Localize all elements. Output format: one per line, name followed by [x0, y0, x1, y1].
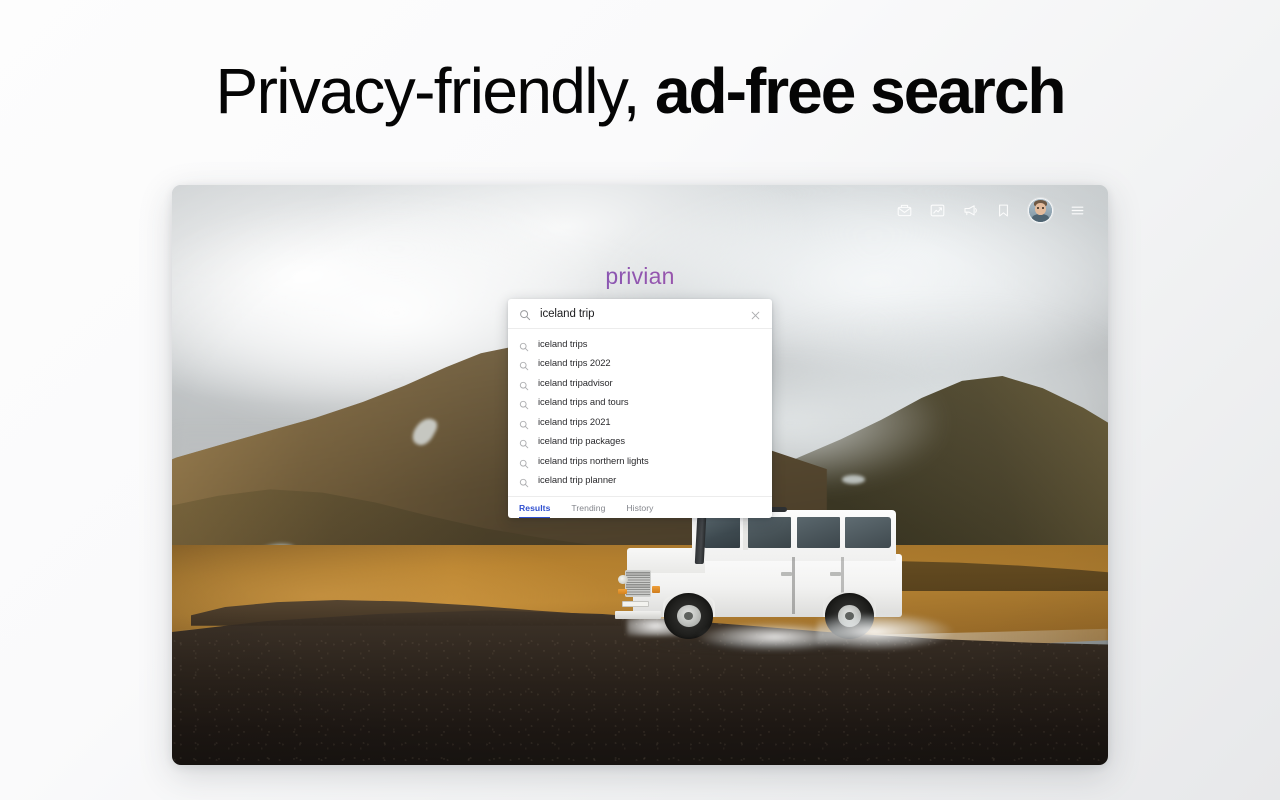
- list-item[interactable]: iceland tripadvisor: [508, 373, 772, 393]
- vehicle-door-handle: [780, 571, 792, 576]
- search-panel: iceland trip iceland trips iceland trips…: [508, 299, 772, 518]
- vehicle-window: [748, 516, 791, 549]
- vehicle-license-plate: [622, 600, 649, 608]
- megaphone-icon[interactable]: [962, 202, 979, 219]
- suggestion-label: iceland trip packages: [538, 435, 626, 447]
- vehicle-grille: [625, 569, 652, 597]
- search-input-row[interactable]: iceland trip: [508, 299, 772, 329]
- list-item[interactable]: iceland trips 2021: [508, 412, 772, 432]
- page-root: Privacy-friendly, ad-free search privian…: [0, 0, 1280, 800]
- suggestion-label: iceland trips 2021: [538, 415, 611, 427]
- tab-trending[interactable]: Trending: [571, 497, 605, 519]
- browser-toolbar: [896, 193, 1086, 227]
- magnifier-icon: [519, 397, 529, 410]
- magnifier-icon: [519, 475, 529, 488]
- vehicle-indicator: [651, 585, 660, 593]
- vehicle-window: [797, 516, 840, 549]
- list-item[interactable]: iceland trip planner: [508, 471, 772, 491]
- bookmark-icon[interactable]: [995, 202, 1012, 219]
- page-title-bold: ad-free search: [654, 55, 1067, 127]
- tab-history[interactable]: History: [626, 497, 653, 519]
- page-title-regular: Privacy-friendly,: [215, 55, 655, 127]
- magnifier-icon: [519, 358, 529, 371]
- magnifier-icon: [519, 436, 529, 449]
- suggestion-label: iceland trips northern lights: [538, 454, 649, 466]
- avatar-eye: [1042, 207, 1044, 209]
- search-suggestion-list: iceland trips iceland trips 2022 iceland…: [508, 329, 772, 496]
- list-item[interactable]: iceland trips: [508, 334, 772, 354]
- suggestion-label: iceland trip planner: [538, 474, 617, 486]
- vehicle-door-handle: [829, 571, 842, 576]
- magnifier-icon: [519, 417, 529, 430]
- magnifier-icon: [519, 378, 529, 391]
- avatar-shoulders: [1031, 214, 1050, 222]
- list-item[interactable]: iceland trips northern lights: [508, 451, 772, 471]
- snow-patch: [842, 475, 865, 485]
- land-rover-defender: [607, 501, 955, 658]
- tab-results[interactable]: Results: [519, 497, 551, 518]
- vehicle-indicator: [618, 588, 627, 595]
- vehicle-window: [703, 516, 740, 549]
- suggestion-label: iceland trips 2022: [538, 357, 611, 369]
- vehicle-window-pillar: [743, 515, 748, 550]
- browser-window: privian iceland trip iceland trips icela…: [172, 185, 1108, 765]
- magnifier-icon: [519, 308, 531, 320]
- trending-chart-icon[interactable]: [929, 202, 946, 219]
- vehicle-window: [844, 516, 891, 549]
- vehicle-headlight: [617, 574, 628, 585]
- envelope-icon[interactable]: [896, 202, 913, 219]
- magnifier-icon: [519, 456, 529, 469]
- suggestion-label: iceland trips and tours: [538, 396, 629, 408]
- water-splash: [816, 613, 955, 652]
- avatar[interactable]: [1028, 197, 1053, 223]
- search-input[interactable]: iceland trip: [540, 307, 744, 321]
- suggestion-label: iceland tripadvisor: [538, 376, 613, 388]
- list-item[interactable]: iceland trips 2022: [508, 354, 772, 374]
- avatar-eye: [1037, 207, 1039, 209]
- suggestion-label: iceland trips: [538, 337, 588, 349]
- vehicle-door-seam: [792, 557, 795, 614]
- hamburger-menu-icon[interactable]: [1069, 202, 1086, 219]
- close-icon[interactable]: [750, 308, 761, 320]
- magnifier-icon: [519, 339, 529, 352]
- list-item[interactable]: iceland trips and tours: [508, 393, 772, 413]
- avatar-face: [1035, 203, 1046, 215]
- page-title: Privacy-friendly, ad-free search: [0, 52, 1280, 130]
- privian-logo[interactable]: privian: [172, 263, 1108, 290]
- vehicle-bumper: [615, 610, 662, 619]
- list-item[interactable]: iceland trip packages: [508, 432, 772, 452]
- search-tabs: Results Trending History: [508, 496, 772, 518]
